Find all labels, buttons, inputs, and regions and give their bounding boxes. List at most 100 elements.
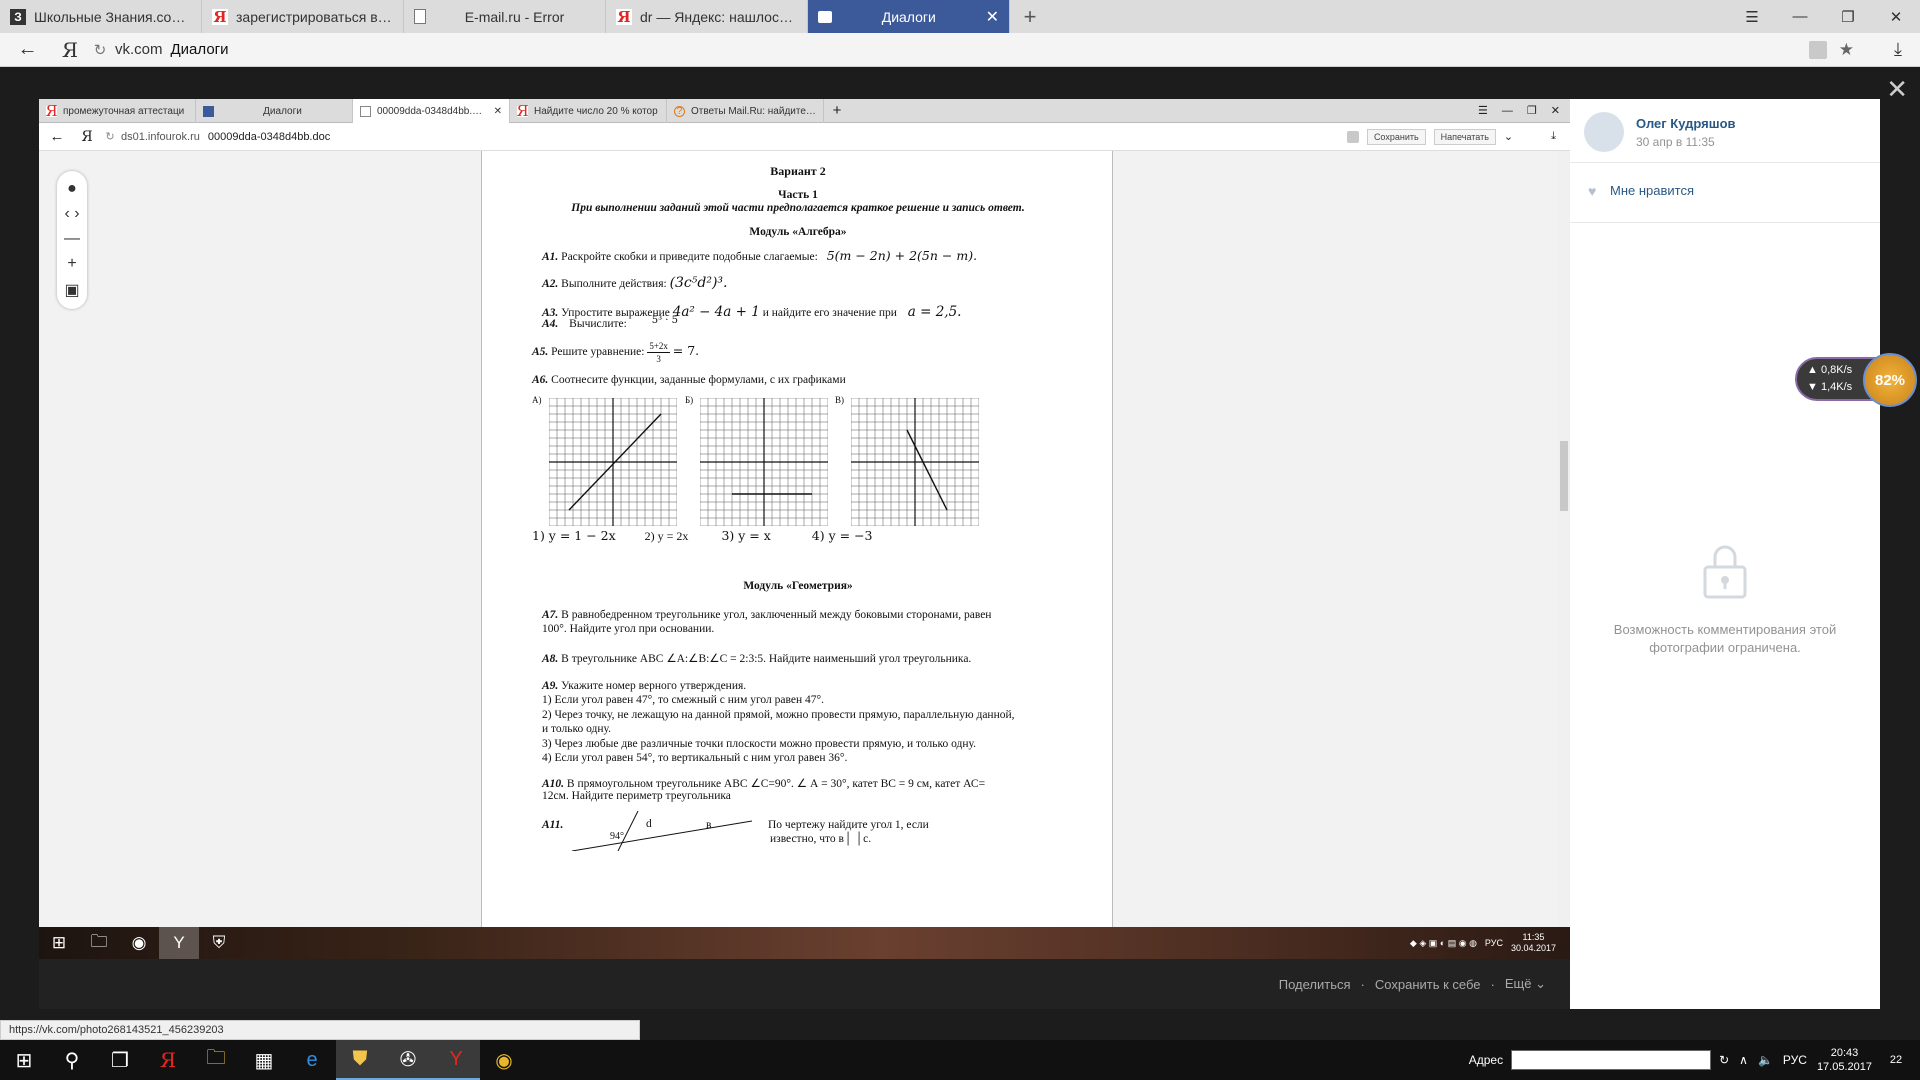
file-explorer-icon[interactable]: 🗀 bbox=[192, 1040, 240, 1080]
save-to-self-link[interactable]: Сохранить к себе bbox=[1375, 977, 1481, 992]
inner-address-domain: ds01.infourok.ru bbox=[121, 130, 200, 143]
outer-tab-yandex-search[interactable]: Я dr — Яндекс: нашлось 235 bbox=[606, 0, 808, 33]
author-name[interactable]: Олег Кудряшов bbox=[1636, 116, 1736, 131]
more-link[interactable]: Ещё ⌄ bbox=[1505, 976, 1546, 992]
store-icon[interactable]: ▦ bbox=[240, 1040, 288, 1080]
fraction-denominator: 3 bbox=[656, 354, 661, 364]
graph-b bbox=[700, 398, 828, 526]
yandex-icon: Я bbox=[616, 7, 632, 26]
inner-tab-active: 00009dda-0348d4bb.doc ✕ bbox=[353, 99, 510, 123]
address-toolbar-label: Адрес bbox=[1468, 1053, 1504, 1067]
search-icon[interactable]: ⚲ bbox=[48, 1040, 96, 1080]
protect-icon[interactable] bbox=[1808, 40, 1827, 59]
app-icon[interactable]: ✇ bbox=[384, 1040, 432, 1080]
tray-lang[interactable]: РУС bbox=[1783, 1053, 1807, 1067]
task-label: А5. bbox=[532, 346, 549, 359]
maximize-icon: ❐ bbox=[1526, 105, 1537, 117]
upload-arrow-icon: ▲ bbox=[1807, 364, 1821, 376]
share-link[interactable]: Поделиться bbox=[1279, 977, 1351, 992]
inner-lang: РУС bbox=[1484, 938, 1503, 948]
doc-icon bbox=[360, 105, 371, 117]
inner-tab: Диалоги bbox=[196, 99, 353, 123]
save-button: Сохранить bbox=[1366, 128, 1426, 145]
like-button[interactable]: ♥ Мне нравится bbox=[1570, 163, 1880, 223]
download-arrow-icon: ▼ bbox=[1807, 381, 1821, 393]
protect-icon bbox=[1346, 130, 1359, 143]
module-geometry-heading: Модуль «Геометрия» bbox=[743, 580, 853, 592]
photo-image[interactable]: Я промежуточная аттестаци Диалоги 00009d… bbox=[39, 99, 1570, 959]
task-text: Раскройте скобки и приведите подобные сл… bbox=[561, 251, 818, 263]
yandex-icon: Я bbox=[516, 102, 529, 120]
reload-icon[interactable]: ↻ bbox=[85, 41, 115, 59]
mailru-answers-icon: ? bbox=[674, 105, 685, 117]
a9-option: и только одну. bbox=[542, 723, 612, 735]
zoom-in-icon: + bbox=[67, 254, 77, 272]
formula-4: 4) y = −3 bbox=[811, 528, 873, 543]
back-arrow-icon[interactable]: ← bbox=[0, 38, 55, 61]
task-view-icon[interactable]: ❐ bbox=[96, 1040, 144, 1080]
address-toolbar-input[interactable] bbox=[1511, 1050, 1712, 1070]
viewer-toolbar: ● ‹ › — + ▣ bbox=[57, 171, 87, 309]
dot-icon: ● bbox=[67, 180, 77, 198]
inner-window-controls: ☰ — ❐ ✕ bbox=[1478, 99, 1570, 122]
close-tab-icon: ✕ bbox=[493, 105, 502, 117]
a11-text-2: известно, что в│ │с. bbox=[770, 833, 872, 845]
address-domain[interactable]: vk.com bbox=[115, 41, 163, 58]
close-viewer-icon[interactable]: ✕ bbox=[1886, 74, 1908, 105]
outer-tab-dialogs[interactable]: Диалоги ✕ bbox=[808, 0, 1010, 33]
volume-icon[interactable]: 🔈 bbox=[1758, 1053, 1773, 1067]
a11-label-b: в bbox=[706, 819, 712, 831]
more-label: Ещё bbox=[1504, 976, 1532, 991]
clock[interactable]: 20:43 17.05.2017 bbox=[1817, 1046, 1872, 1074]
fraction-numerator: 5+2x bbox=[647, 341, 670, 353]
download-icon[interactable]: ⤓ bbox=[1894, 39, 1902, 60]
post-date[interactable]: 30 апр в 11:35 bbox=[1636, 135, 1715, 149]
chevron-down-icon: ⌄ bbox=[1535, 976, 1546, 991]
address-page-title[interactable]: Диалоги bbox=[171, 41, 229, 58]
menu-icon[interactable]: ☰ bbox=[1728, 0, 1776, 33]
task-label: А4. bbox=[542, 318, 559, 330]
inner-tab-label: промежуточная аттестаци bbox=[63, 105, 185, 117]
outer-tab-znanija[interactable]: З Школьные Знания.com - Ре bbox=[0, 0, 202, 33]
yandex-logo-icon[interactable]: Я bbox=[55, 38, 85, 62]
edge-icon[interactable]: e bbox=[288, 1040, 336, 1080]
inner-tab: Я Найдите число 20 % котор bbox=[510, 99, 667, 123]
network-speed-widget[interactable]: ▲ 0,8K/s ▼ 1,4K/s 82% bbox=[1795, 353, 1917, 407]
chrome-icon[interactable]: ◉ bbox=[480, 1040, 528, 1080]
notification-center-icon[interactable]: 22 bbox=[1882, 1047, 1910, 1073]
outer-tab-yandex-register[interactable]: Я зарегистрироваться в эмей bbox=[202, 0, 404, 33]
avatar[interactable] bbox=[1584, 112, 1624, 152]
close-window-icon[interactable]: ✕ bbox=[1872, 0, 1920, 33]
shield-icon[interactable]: ⛊ bbox=[336, 1040, 384, 1080]
yandex-icon: Я bbox=[45, 102, 58, 120]
maximize-icon[interactable]: ❐ bbox=[1824, 0, 1872, 33]
task-a7: А7. В равнобедренном треугольнике угол, … bbox=[542, 609, 991, 621]
bookmark-star-icon[interactable]: ★ bbox=[1839, 40, 1854, 60]
download-icon: ⤓ bbox=[1551, 130, 1556, 142]
refresh-icon[interactable]: ↻ bbox=[1719, 1053, 1729, 1067]
inner-tab-bar: Я промежуточная аттестаци Диалоги 00009d… bbox=[39, 99, 1570, 123]
reload-icon: ↻ bbox=[105, 131, 115, 143]
znanija-icon: З bbox=[10, 8, 26, 25]
windows-start-icon: ⊞ bbox=[51, 933, 67, 952]
close-tab-icon[interactable]: ✕ bbox=[986, 7, 999, 27]
new-tab-button[interactable]: + bbox=[1010, 0, 1050, 33]
outer-tab-label: зарегистрироваться в эмей bbox=[236, 8, 393, 25]
task-a10: А10. В прямоугольном треугольнике АВС ∠С… bbox=[542, 776, 985, 790]
outer-tab-email-error[interactable]: E-mail.ru - Error bbox=[404, 0, 606, 33]
tray-up-icon[interactable]: ∧ bbox=[1739, 1053, 1748, 1067]
yandex-icon[interactable]: Я bbox=[144, 1040, 192, 1080]
task-text: и найдите его значение при bbox=[762, 307, 897, 319]
print-button: Напечатать bbox=[1433, 128, 1496, 145]
task-a5: А5. Решите уравнение: 5+2x 3 = 7. bbox=[532, 340, 699, 365]
inner-scrollbar bbox=[1558, 151, 1570, 927]
task-a9: А9. Укажите номер верного утверждения. bbox=[542, 680, 746, 692]
inner-address-file: 00009dda-0348d4bb.doc bbox=[207, 130, 331, 143]
variant-heading: Вариант 2 bbox=[770, 164, 826, 178]
task-a2: А2. Выполните действия: (3c⁵d²)³. bbox=[542, 275, 727, 291]
inner-address-bar: ← Я ↻ ds01.infourok.ru 00009dda-0348d4bb… bbox=[39, 123, 1570, 151]
minimize-icon[interactable]: — bbox=[1776, 0, 1824, 33]
yandex-browser-icon[interactable]: Y bbox=[432, 1040, 480, 1080]
minimize-icon: — bbox=[1501, 104, 1513, 117]
windows-start-icon[interactable]: ⊞ bbox=[0, 1040, 48, 1080]
